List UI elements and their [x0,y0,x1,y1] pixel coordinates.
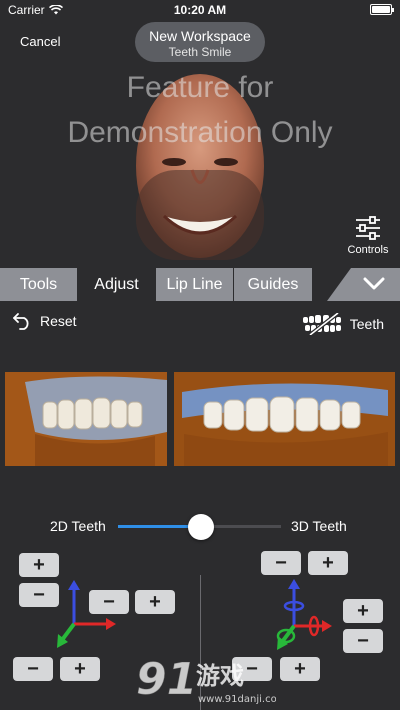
controls-button[interactable]: Controls [342,216,394,256]
slider-thumb[interactable] [188,514,215,540]
slider-left-label: 2D Teeth [50,518,106,534]
reset-label: Reset [40,313,77,329]
rotate-x-plus-button[interactable]: + [343,599,383,623]
dental-photo-right[interactable] [174,372,395,466]
chevron-down-icon [363,277,385,290]
workspace-title: New Workspace [149,28,251,44]
collapse-tabs-button[interactable] [327,268,400,301]
cancel-button[interactable]: Cancel [20,34,60,49]
site-watermark: 91 游戏 www.91danji.com [136,654,276,706]
tab-tools[interactable]: Tools [0,268,77,301]
reset-button[interactable]: Reset [12,312,77,330]
tab-guides[interactable]: Guides [234,268,312,301]
workspace-title-pill[interactable]: New Workspace Teeth Smile [135,22,265,62]
rotation-axes-gizmo [276,579,332,650]
teeth-label: Teeth [349,316,384,332]
rotate-y-plus-button[interactable]: + [308,551,348,575]
translate-z-plus-button[interactable]: + [60,657,100,681]
site-watermark-brand: 游戏 [196,662,244,690]
translate-z-minus-button[interactable]: − [13,657,53,681]
slider-right-label: 3D Teeth [291,518,347,534]
translation-axes-gizmo [57,580,116,648]
controls-label: Controls [347,244,389,256]
demo-watermark-line1: Feature for [126,71,274,104]
battery-icon [370,4,394,15]
tab-adjust[interactable]: Adjust [78,268,155,301]
tab-lip-line[interactable]: Lip Line [156,268,233,301]
dental-photo-left[interactable] [5,372,167,466]
face-viewport[interactable]: Cancel Feature for Demonstration Only Ne… [0,20,400,268]
rotate-x-minus-button[interactable]: − [343,629,383,653]
teeth-dimension-slider-row: 2D Teeth 3D Teeth [0,514,400,540]
clock: 10:20 AM [173,3,227,17]
translate-x-plus-button[interactable]: + [135,590,175,614]
teeth-dimension-slider[interactable] [118,514,281,540]
tab-bar: Tools Adjust Lip Line Guides [0,268,400,301]
svg-text:91: 91 [136,654,197,705]
rotate-y-minus-button[interactable]: − [261,551,301,575]
translate-y-plus-button[interactable]: + [19,553,59,577]
demo-watermark-line2: Demonstration Only [67,116,333,149]
teeth-hidden-icon [302,313,341,335]
rotate-z-plus-button[interactable]: + [280,657,320,681]
status-bar: Carrier 10:20 AM [0,0,400,20]
undo-arrow-icon [13,313,29,330]
teeth-toggle-button[interactable]: Teeth [302,313,384,335]
workspace-subtitle: Teeth Smile [168,45,232,59]
site-watermark-url: www.91danji.com [198,694,276,705]
sliders-icon [356,216,380,240]
